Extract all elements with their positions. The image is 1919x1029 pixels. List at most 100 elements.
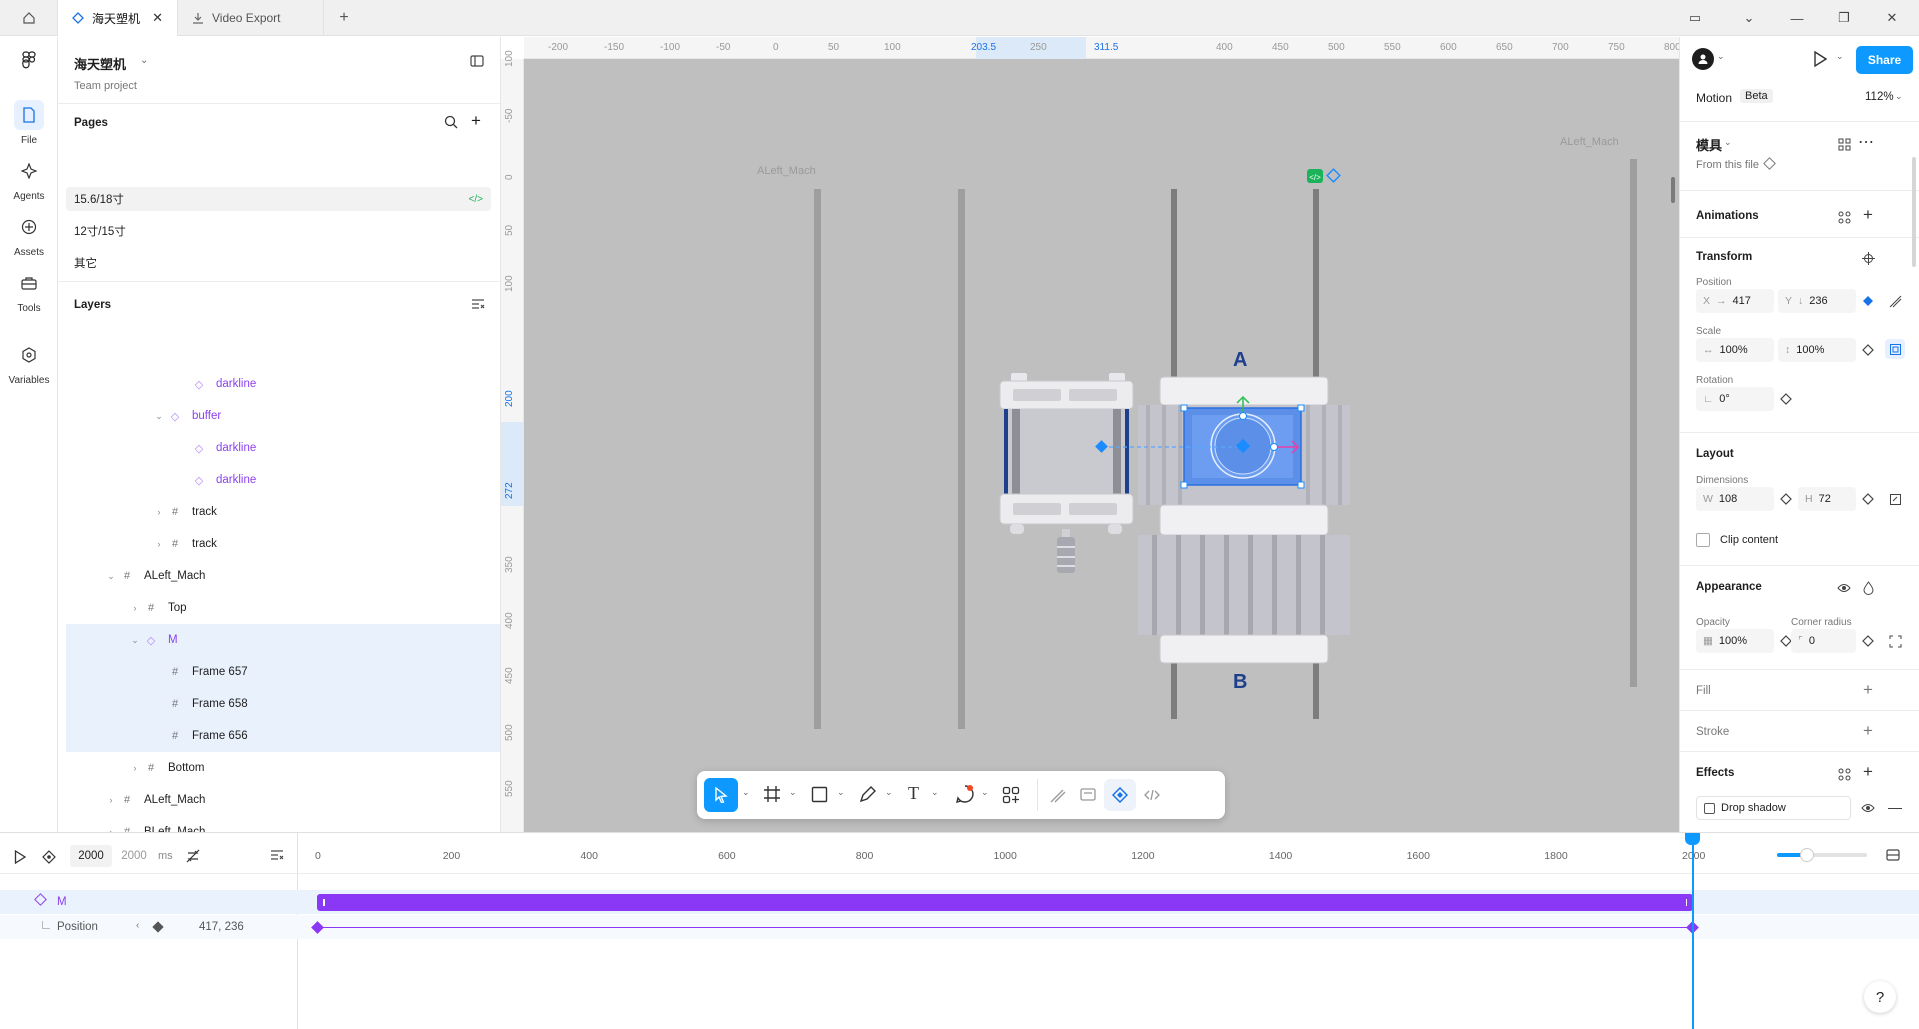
timeline-layout-icon[interactable] [1886,849,1900,864]
chevron-down-icon[interactable]: ⌄ [789,787,797,798]
menu-button[interactable]: ▭ [1673,0,1717,36]
add-fill-button[interactable]: + [1858,680,1878,700]
rail-item-tools[interactable]: Tools [0,268,58,314]
eye-icon[interactable] [1834,578,1854,598]
rotation-field[interactable]: ∟ 0° [1696,387,1774,411]
dev-code-icon[interactable]: </> [469,194,483,205]
corner-radius-field[interactable]: ⌜ 0 [1791,629,1856,653]
rail-item-assets[interactable]: Assets [0,212,58,258]
chevron-down-icon[interactable]: ⌄ [742,787,750,798]
layer-item[interactable]: › # Bottom [66,752,500,784]
chevron-down-icon[interactable]: ⌄ [1717,51,1725,62]
layer-item[interactable]: # Frame 656 [66,720,500,752]
frame-tool-button[interactable] [763,785,781,806]
layer-item[interactable]: ◇ darkline [66,432,500,464]
code-mode-button[interactable] [1143,786,1161,807]
component-name[interactable]: 模具 [1696,135,1722,154]
maximize-button[interactable]: ❐ [1822,0,1866,36]
page-item[interactable]: 12寸/15寸 [66,219,491,243]
resize-icon[interactable] [1885,489,1905,509]
home-button[interactable] [0,0,58,36]
duration-input[interactable]: 2000 [70,845,112,867]
new-tab-button[interactable]: + [324,0,364,36]
effects-grid-icon[interactable] [1834,764,1854,784]
motion-mode-button[interactable] [1104,779,1136,811]
target-icon[interactable] [1858,248,1878,268]
layer-item[interactable]: # Frame 657 [66,656,500,688]
add-stroke-button[interactable]: + [1858,721,1878,741]
close-icon[interactable]: ✕ [152,10,163,26]
tab-video-export[interactable]: Video Export [178,0,324,36]
layers-options-icon[interactable] [471,298,485,313]
rail-item-agents[interactable]: Agents [0,156,58,202]
add-animation-button[interactable]: + [1858,205,1878,225]
pen-tool-button[interactable] [859,785,877,806]
add-effect-button[interactable]: + [1858,762,1878,782]
frame-label[interactable]: ALeft_Mach [757,165,816,177]
chevron-right-icon[interactable]: › [128,763,142,773]
keyframe-icon[interactable] [1776,389,1796,409]
keyframe-icon[interactable] [1858,489,1878,509]
layer-item[interactable]: › # Top [66,592,500,624]
layer-item[interactable]: ⌄ ◇ M [66,624,500,656]
keyframe-icon[interactable] [1858,631,1878,651]
chevron-down-icon[interactable]: ⌄ [104,571,118,582]
y-field[interactable]: Y ↓ 236 [1778,289,1856,313]
panel-toggle-icon[interactable] [470,55,484,70]
expand-corners-icon[interactable] [1885,631,1905,651]
more-options-icon[interactable]: ⋯ [1856,132,1876,152]
search-icon[interactable] [444,115,458,132]
effect-item[interactable]: Drop shadow [1696,796,1851,820]
keyframe-icon[interactable] [1858,340,1878,360]
add-keyframe-button[interactable] [42,850,56,867]
opacity-field[interactable]: ▦ 100% [1696,629,1774,653]
chevron-right-icon[interactable]: › [104,795,118,805]
eye-icon[interactable] [1858,798,1878,818]
rail-item-variables[interactable]: Variables [0,340,58,386]
constrain-proportions-icon[interactable] [1885,339,1905,359]
chevron-right-icon[interactable]: › [152,539,166,549]
scale-height-field[interactable]: ↕ 100% [1778,338,1856,362]
chevron-down-icon[interactable]: ⌄ [152,411,166,422]
play-button[interactable] [14,849,27,867]
loop-toggle-icon[interactable] [185,849,201,866]
chevron-down-icon[interactable]: ⌄ [885,787,893,798]
component-grid-icon[interactable] [1834,134,1854,154]
height-field[interactable]: H 72 [1798,487,1856,511]
help-button[interactable]: ? [1864,981,1896,1013]
layer-item[interactable]: ◇ darkline [66,368,500,400]
play-button[interactable] [1813,50,1828,70]
file-name[interactable]: 海天塑机 [74,54,126,73]
dev-mode-button[interactable] [1079,786,1097,807]
tab-file[interactable]: 海天塑机 ✕ [58,0,178,36]
drop-icon[interactable] [1858,578,1878,598]
zoom-slider-handle[interactable] [1800,848,1814,862]
layer-item[interactable]: › # BLeft_Mach [66,816,500,832]
layer-item[interactable]: ⌄ # ALeft_Mach [66,560,500,592]
prev-keyframe-icon[interactable]: ‹ [136,920,139,931]
chevron-down-icon[interactable]: ⌄ [1724,137,1732,148]
layer-item[interactable]: › # ALeft_Mach [66,784,500,816]
add-page-button[interactable]: + [471,111,481,131]
chevron-down-icon[interactable]: ⌄ [1836,51,1844,62]
playhead-handle[interactable] [1685,833,1700,845]
text-tool-button[interactable]: T [908,783,919,804]
chevron-right-icon[interactable]: › [152,507,166,517]
chevron-down-icon[interactable]: ⌄ [1895,91,1903,102]
keyframe-filled-icon[interactable] [1858,291,1878,311]
avatar[interactable] [1692,48,1714,70]
slash-icon[interactable] [1885,291,1905,311]
layer-item[interactable]: › # track [66,528,500,560]
page-item[interactable]: 15.6/18寸 </> [66,187,491,211]
chevron-down-icon[interactable]: ⌄ [140,55,148,66]
layer-item[interactable]: › # track [66,496,500,528]
clip-content-checkbox[interactable] [1696,533,1710,547]
layer-item[interactable]: ⌄ ◇ buffer [66,400,500,432]
chevron-down-icon[interactable]: ⌄ [931,787,939,798]
draw-mode-button[interactable] [1049,786,1067,807]
chevron-down-icon[interactable]: ⌄ [981,787,989,798]
minimize-button[interactable]: — [1775,0,1819,36]
shape-tool-button[interactable] [811,786,828,806]
comment-tool-button[interactable] [955,784,975,807]
scale-width-field[interactable]: ↔ 100% [1696,338,1774,362]
